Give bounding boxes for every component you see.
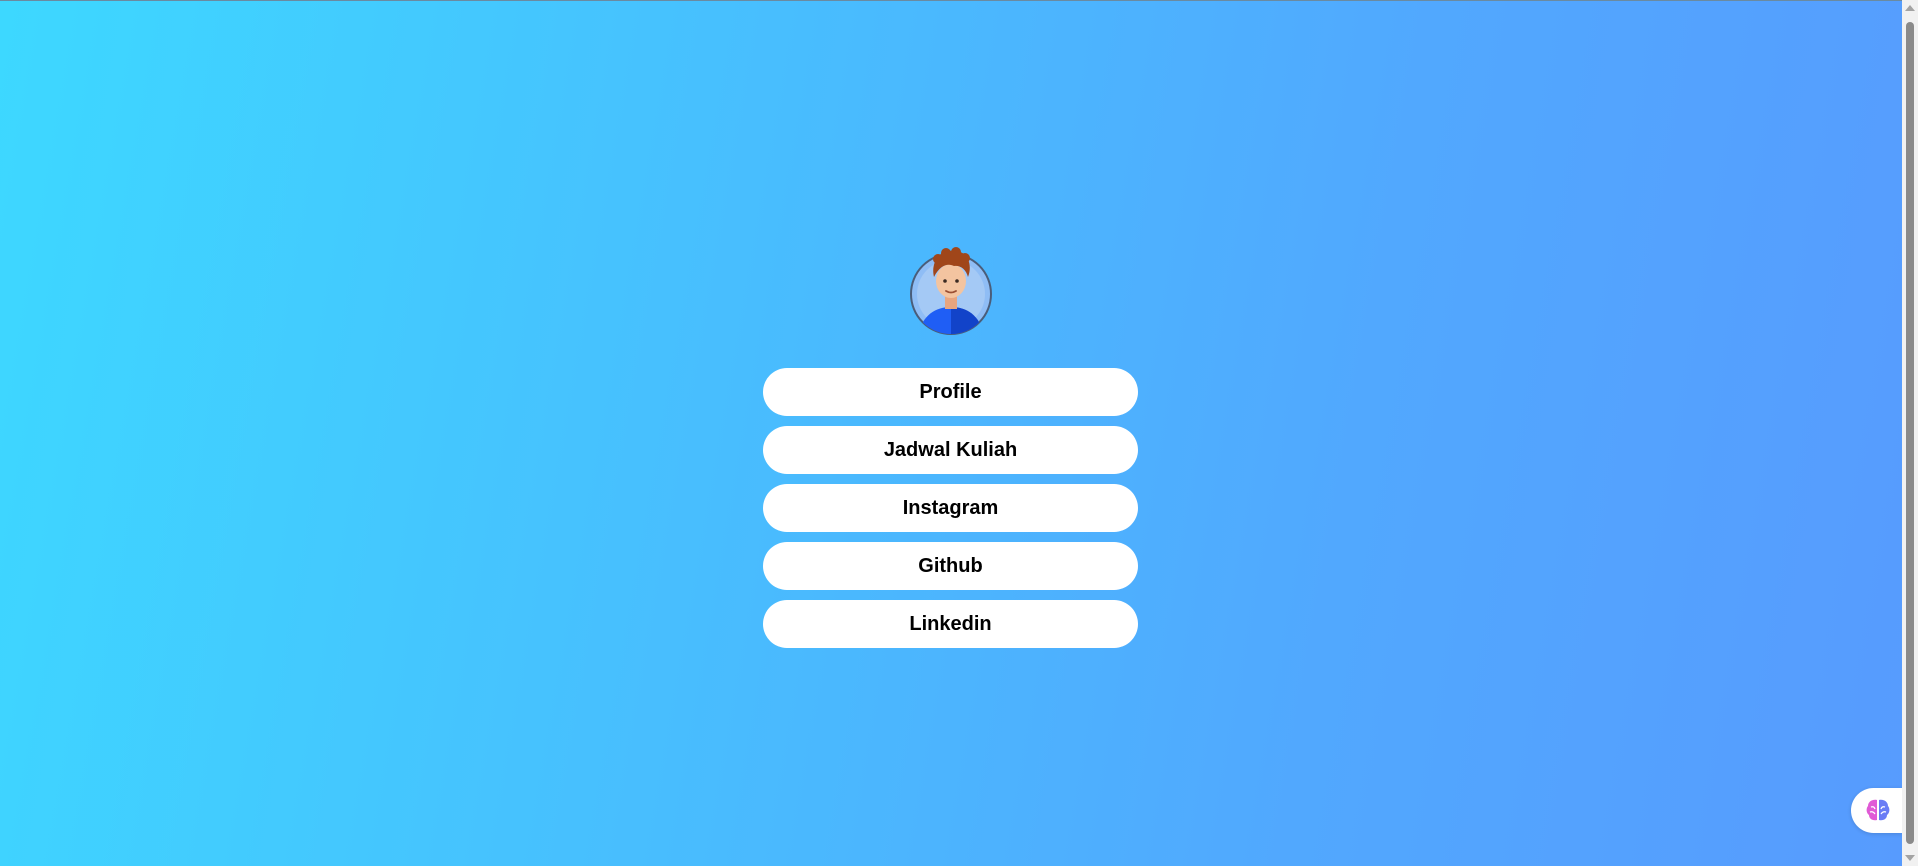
brain-icon: [1866, 799, 1890, 821]
scroll-up-arrow-icon[interactable]: [1905, 5, 1915, 11]
linkedin-link-button[interactable]: Linkedin: [763, 600, 1138, 648]
jadwal-kuliah-link-button[interactable]: Jadwal Kuliah: [763, 426, 1138, 474]
vertical-scrollbar[interactable]: [1902, 0, 1918, 866]
github-link-button[interactable]: Github: [763, 542, 1138, 590]
page-background: Profile Jadwal Kuliah Instagram Github L…: [0, 0, 1902, 866]
scrollbar-thumb[interactable]: [1906, 22, 1914, 844]
extension-widget-button[interactable]: [1851, 788, 1902, 833]
boy-avatar-icon: [910, 247, 992, 335]
link-list: Profile Jadwal Kuliah Instagram Github L…: [763, 368, 1138, 658]
profile-link-button[interactable]: Profile: [763, 368, 1138, 416]
instagram-link-button[interactable]: Instagram: [763, 484, 1138, 532]
scroll-down-arrow-icon[interactable]: [1905, 855, 1915, 861]
avatar: [910, 247, 992, 335]
